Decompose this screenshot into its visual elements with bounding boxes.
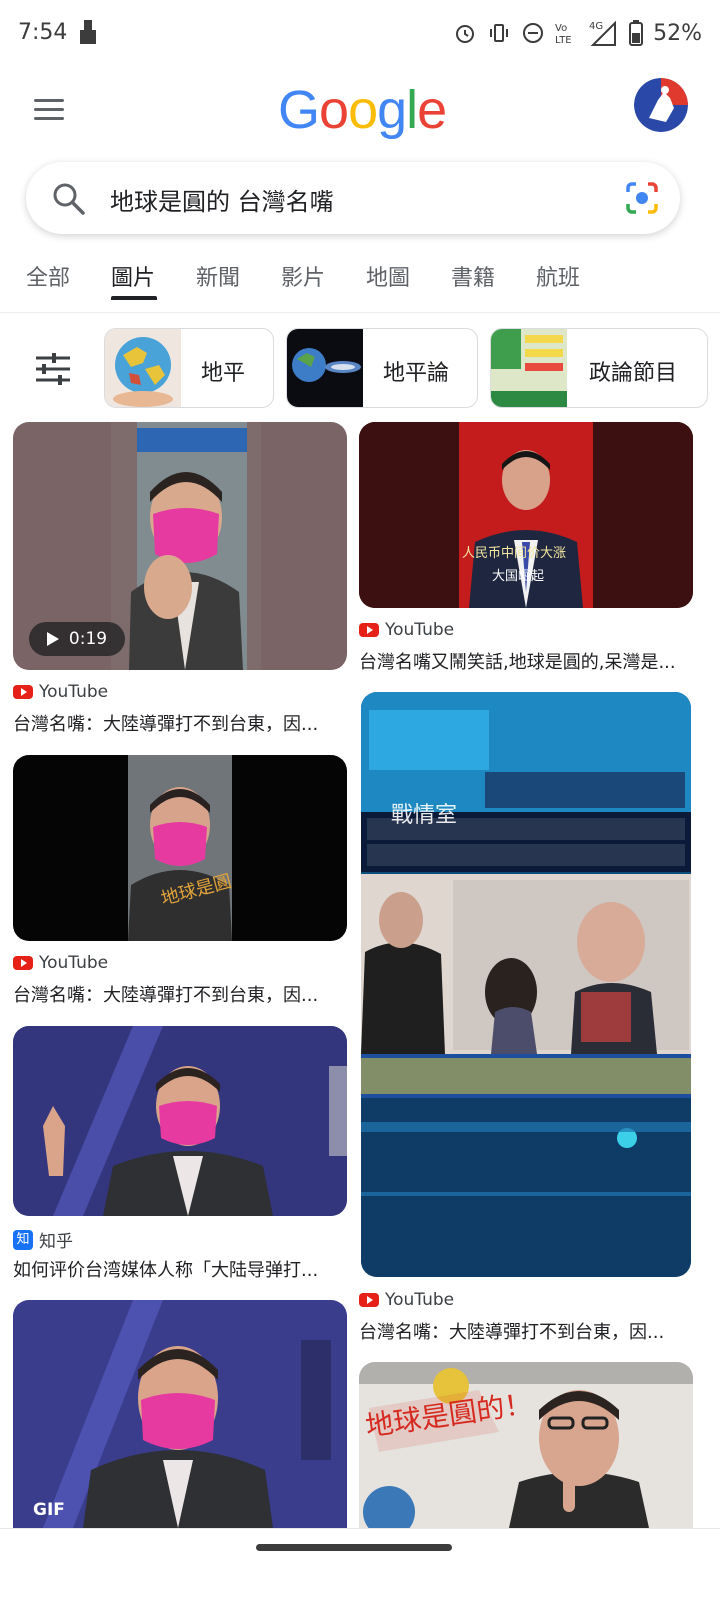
tab-books[interactable]: 書籍 xyxy=(451,260,495,292)
tab-videos[interactable]: 影片 xyxy=(281,260,325,292)
status-bar: 7:54 Vo LTE 4G 52% xyxy=(0,0,720,66)
search-tabs: 全部 圖片 新聞 影片 地圖 書籍 航班 xyxy=(0,250,720,314)
image-thumbnail: 地球是圓 xyxy=(13,755,347,941)
chip-dipin[interactable]: 地平 xyxy=(104,328,274,408)
svg-text:戰情室: 戰情室 xyxy=(391,803,457,828)
image-thumbnail: 戰情室 xyxy=(361,692,691,1277)
svg-text:LTE: LTE xyxy=(555,35,572,46)
battery-icon xyxy=(629,20,644,46)
chip-label: 地平 xyxy=(201,361,246,386)
source-name: YouTube xyxy=(385,620,455,640)
image-thumbnail: 人民币中间价大涨 大国崛起 xyxy=(359,422,693,608)
result-source[interactable]: 知 知乎 xyxy=(13,1227,73,1252)
gesture-navigation-bar[interactable] xyxy=(256,1544,452,1551)
svg-text:4G: 4G xyxy=(589,21,603,32)
battery-percent: 52% xyxy=(653,20,702,46)
result-title[interactable]: 台灣名嘴：大陸導彈打不到台東，因... xyxy=(359,1318,693,1344)
chip-label: 地平論 xyxy=(383,361,450,386)
chip-label: 政論節目 xyxy=(589,361,678,386)
tab-images[interactable]: 圖片 xyxy=(111,260,155,292)
tab-news[interactable]: 新聞 xyxy=(196,260,240,292)
result-source[interactable]: YouTube xyxy=(359,1290,454,1310)
gif-thumbnail xyxy=(13,1300,347,1528)
google-lens-camera-icon[interactable] xyxy=(624,180,660,216)
image-result[interactable]: GIF xyxy=(13,1300,347,1528)
youtube-icon xyxy=(359,623,379,637)
image-result[interactable] xyxy=(13,1026,347,1216)
svg-text:大国崛起: 大国崛起 xyxy=(492,569,544,584)
video-duration: 0:19 xyxy=(68,629,108,649)
filter-tune-icon[interactable] xyxy=(30,346,76,392)
bottom-divider xyxy=(0,1528,720,1529)
chip-dipinglun[interactable]: 地平論 xyxy=(286,328,478,408)
google-logo: Google xyxy=(278,80,447,140)
svg-text:人民币中间价大涨: 人民币中间价大涨 xyxy=(462,546,566,561)
signal-4g-icon: 4G xyxy=(589,20,617,46)
active-tab-indicator xyxy=(111,296,157,300)
chip-political-show[interactable]: 政論節目 xyxy=(490,328,708,408)
political-show-thumbnail xyxy=(491,329,567,407)
search-query[interactable]: 地球是圓的 台灣名嘴 xyxy=(110,182,334,217)
youtube-icon xyxy=(359,1293,379,1307)
image-result[interactable]: 戰情室 xyxy=(361,692,691,1277)
source-name: YouTube xyxy=(39,953,109,973)
zhihu-icon: 知 xyxy=(13,1229,33,1250)
youtube-icon xyxy=(13,956,33,970)
tab-maps[interactable]: 地圖 xyxy=(366,260,410,292)
result-source[interactable]: YouTube xyxy=(359,620,454,640)
svg-text:Vo: Vo xyxy=(555,23,567,34)
vibrate-icon xyxy=(490,24,509,42)
image-thumbnail: 地球是圓的！ xyxy=(359,1362,693,1528)
result-source[interactable]: YouTube xyxy=(13,682,108,702)
image-result[interactable]: 地球是圓的！ xyxy=(359,1362,693,1528)
play-icon xyxy=(46,632,59,646)
search-icon xyxy=(53,183,85,215)
result-title[interactable]: 台灣名嘴：大陸導彈打不到台東，因... xyxy=(13,981,347,1007)
image-result[interactable]: 地球是圓 xyxy=(13,755,347,941)
tab-all[interactable]: 全部 xyxy=(26,260,70,292)
result-title[interactable]: 如何评价台湾媒体人称「大陆导弹打... xyxy=(13,1256,347,1282)
source-name: 知乎 xyxy=(39,1232,73,1252)
account-avatar[interactable] xyxy=(634,78,688,132)
youtube-icon xyxy=(13,685,33,699)
alarm-icon xyxy=(456,25,475,43)
gif-badge: GIF xyxy=(33,1500,65,1520)
do-not-disturb-icon xyxy=(523,23,544,43)
result-source[interactable]: YouTube xyxy=(13,953,108,973)
tab-flights[interactable]: 航班 xyxy=(536,260,580,292)
flat-earth-thumbnail xyxy=(287,329,363,407)
result-title[interactable]: 台灣名嘴又鬧笑話,地球是圓的,呆灣是... xyxy=(359,648,693,674)
source-name: YouTube xyxy=(385,1290,455,1310)
source-name: YouTube xyxy=(39,682,109,702)
cleaning-brush-icon xyxy=(80,20,96,44)
globe-thumbnail xyxy=(105,329,181,407)
image-result[interactable]: 人民币中间价大涨 大国崛起 xyxy=(359,422,693,608)
result-title[interactable]: 台灣名嘴：大陸導彈打不到台東，因... xyxy=(13,710,347,736)
video-duration-badge: 0:19 xyxy=(29,622,125,656)
search-bar[interactable]: 地球是圓的 台灣名嘴 xyxy=(26,162,680,234)
status-icons: Vo LTE 4G 52% xyxy=(453,18,702,48)
status-time: 7:54 xyxy=(18,20,68,45)
image-thumbnail xyxy=(13,1026,347,1216)
volte-icon: VoLTE xyxy=(555,23,572,46)
image-result[interactable]: 0:19 xyxy=(13,422,347,670)
menu-button[interactable] xyxy=(30,95,70,125)
tabs-divider xyxy=(0,312,720,313)
